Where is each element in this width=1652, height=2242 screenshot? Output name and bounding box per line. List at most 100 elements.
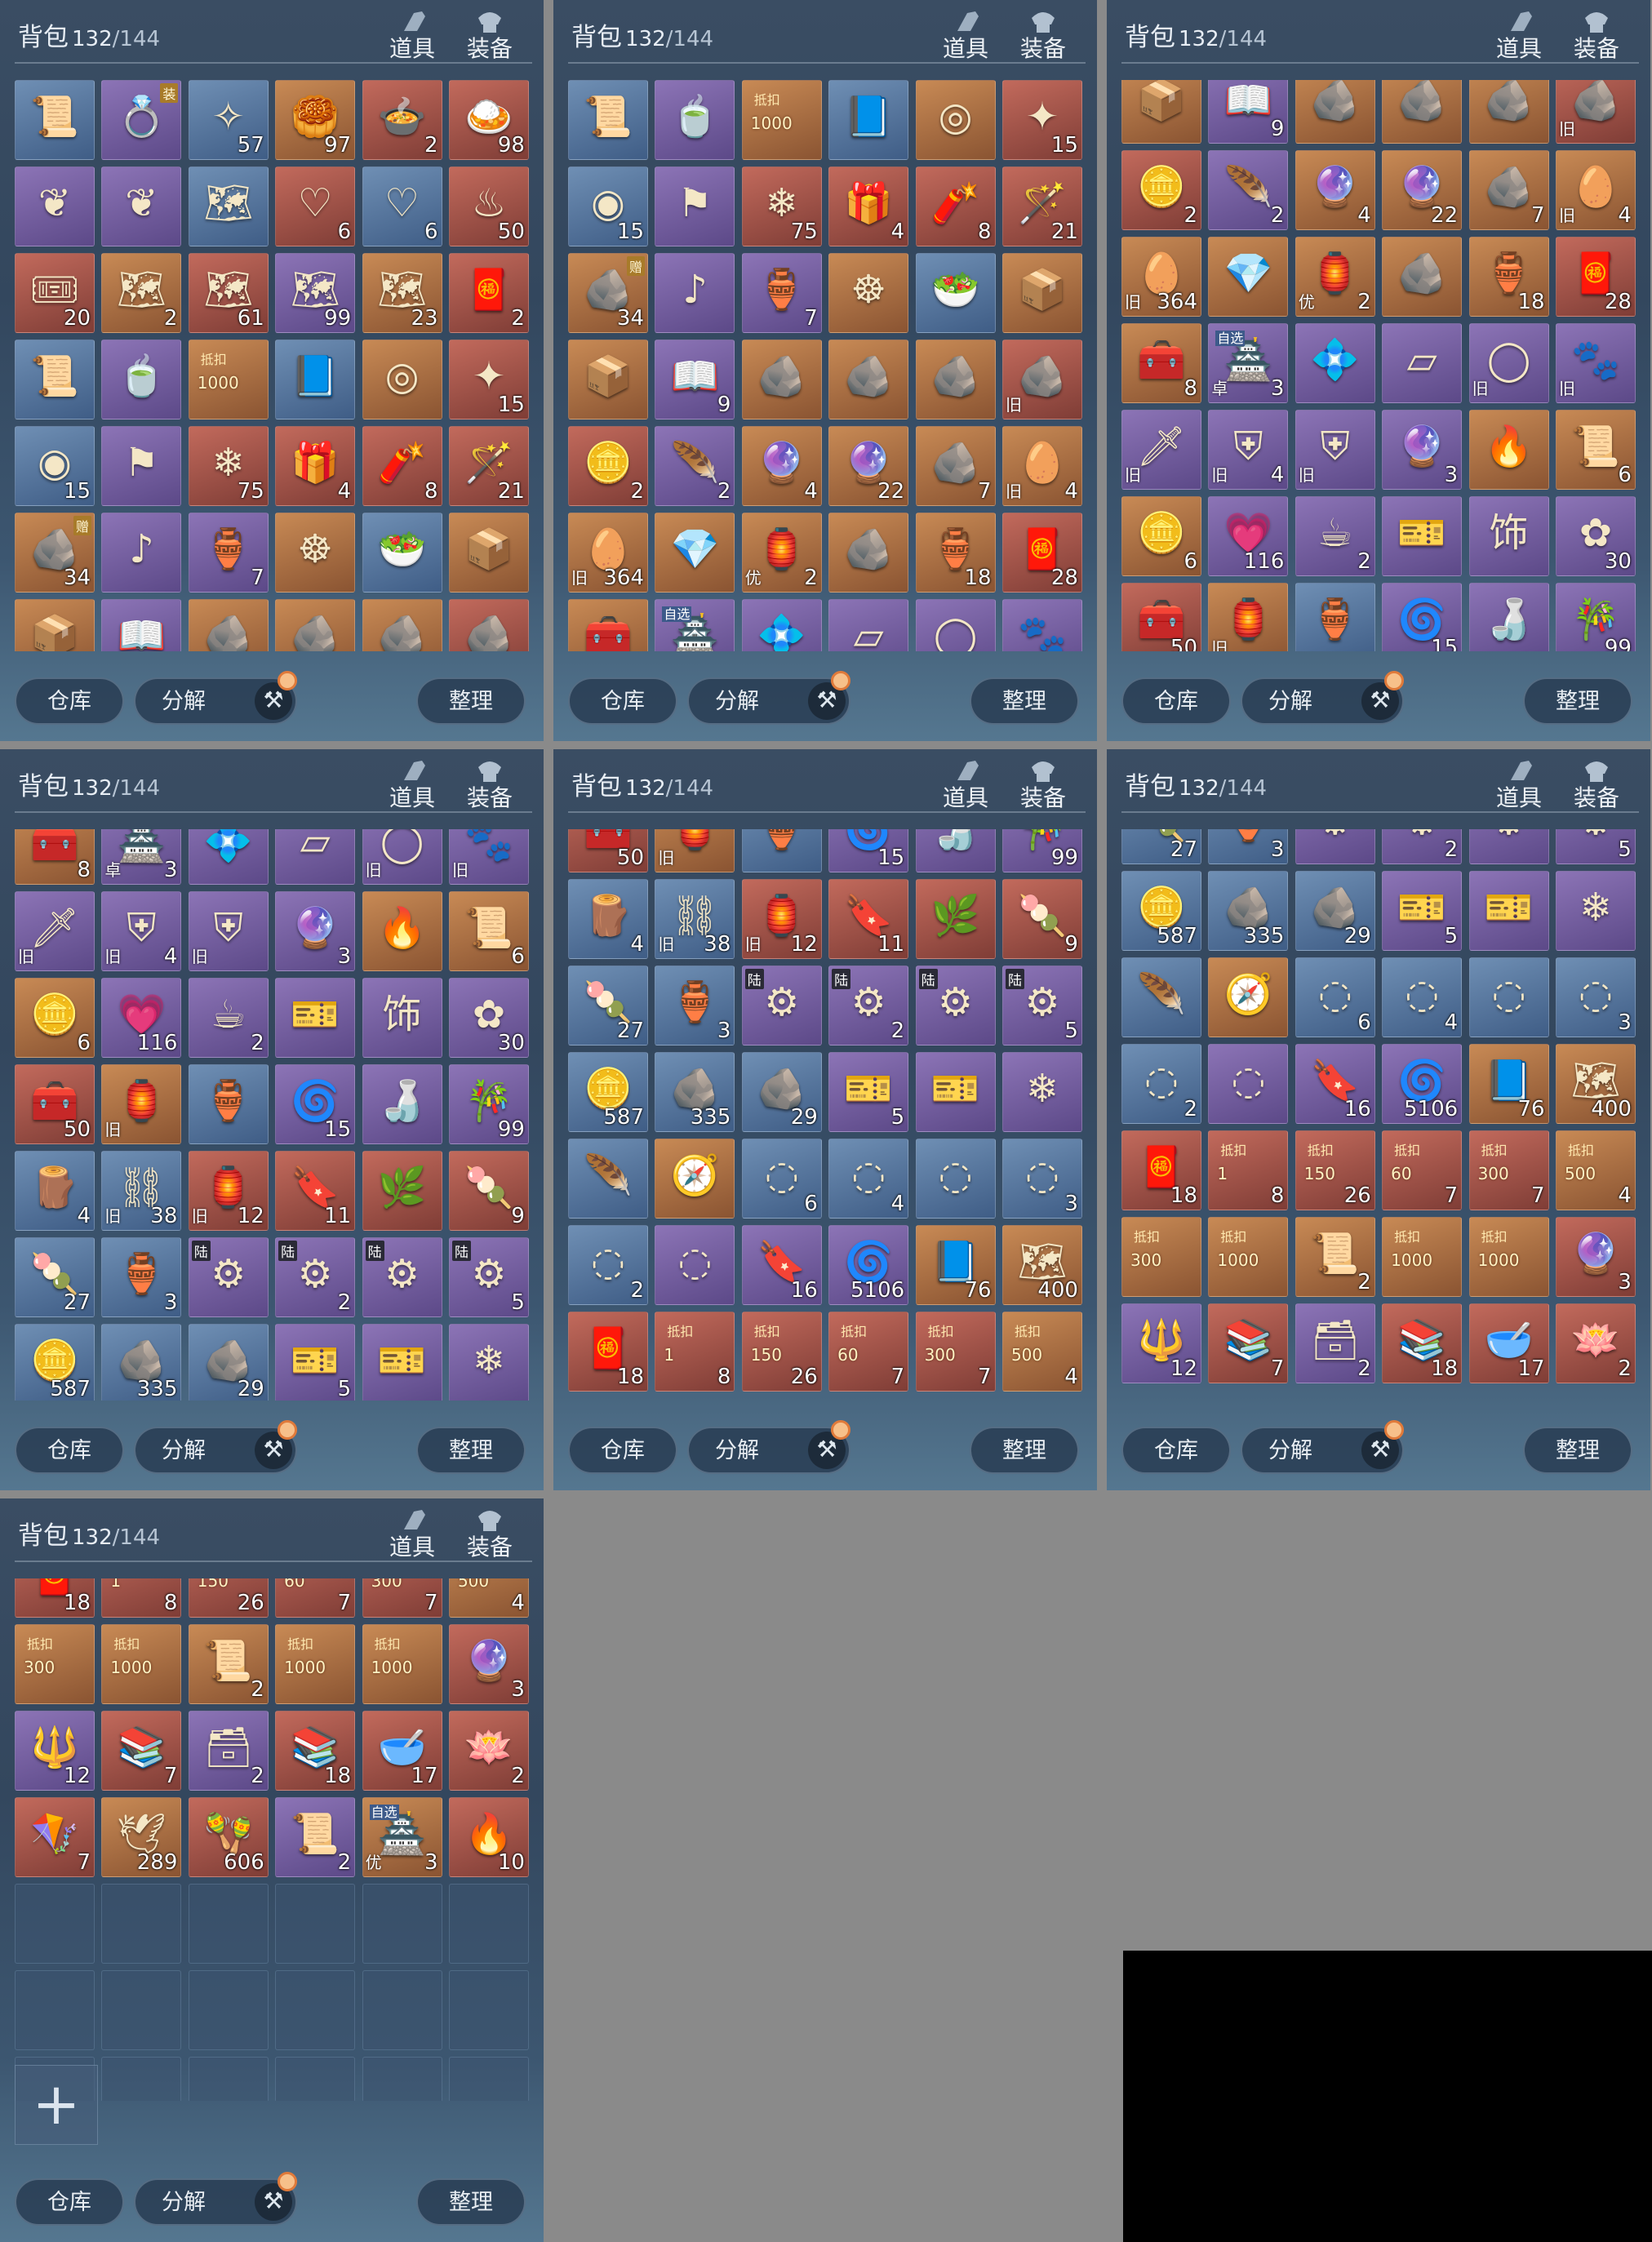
inventory-slot[interactable]: ⚑ [655, 166, 735, 246]
inventory-slot[interactable]: 抵扣607 [1382, 1130, 1463, 1210]
inventory-slot[interactable]: 🧧 2 [448, 253, 529, 333]
inventory-slot[interactable]: 🪶 2 [1208, 150, 1289, 230]
tab-equipment[interactable]: 装备 [461, 756, 518, 811]
inventory-slot[interactable]: ⚙陆 [1468, 829, 1549, 864]
inventory-slot[interactable]: 🌿 [362, 1151, 442, 1231]
inventory-slot[interactable]: 🐾旧 [448, 829, 529, 885]
inventory-slot[interactable]: ☕ 2 [1295, 496, 1375, 576]
inventory-slot[interactable]: 🔖 11 [275, 1151, 356, 1231]
inventory-slot[interactable]: 🏺3 [101, 1237, 182, 1317]
empty-slot[interactable] [448, 2057, 529, 2101]
inventory-slot[interactable]: 📘 76 [1468, 1044, 1549, 1124]
inventory-slot[interactable]: 抵扣 1000 [741, 80, 822, 160]
empty-slot[interactable] [362, 1884, 442, 1964]
inventory-slot[interactable]: ▱ [275, 829, 356, 885]
inventory-slot[interactable]: ◌ 3 [1555, 957, 1636, 1037]
decompose-button[interactable]: 分解 ⚒ [134, 1420, 297, 1474]
inventory-slot[interactable]: ◯旧 [915, 599, 996, 651]
inventory-slot[interactable]: 🧨 8 [915, 166, 996, 246]
inventory-slot[interactable]: 🥚 旧 364 [568, 513, 648, 593]
inventory-slot[interactable]: 抵扣3007 [1468, 1130, 1549, 1210]
inventory-slot[interactable]: 💠 [741, 599, 822, 651]
inventory-slot[interactable]: 🗃 2 [188, 1711, 269, 1791]
inventory-slot[interactable]: ❄ [1555, 871, 1636, 951]
inventory-slot[interactable]: 🪶 2 [655, 426, 735, 506]
inventory-slot[interactable]: 🏯自选卓3 [655, 599, 735, 651]
inventory-slot[interactable]: 🪙 587 [15, 1324, 95, 1401]
inventory-slot[interactable]: 🗺 23 [362, 253, 442, 333]
inventory-slot[interactable]: 🪨 335 [1208, 871, 1289, 951]
inventory-slot[interactable]: 🎫 [1382, 496, 1463, 576]
inventory-slot[interactable]: ◌ 2 [568, 1225, 648, 1305]
inventory-slot[interactable]: ⛨ 旧 4 [101, 891, 182, 971]
inventory-slot[interactable]: 🌀 15 [1382, 583, 1463, 651]
inventory-slot[interactable]: 🧧18 [15, 1578, 95, 1618]
empty-slot[interactable] [101, 1884, 182, 1964]
inventory-slot[interactable]: 🧰 50 [568, 829, 648, 872]
inventory-slot[interactable]: 🪨 赠 34 [15, 513, 95, 593]
inventory-slot[interactable]: 🐾旧 [1001, 599, 1082, 651]
inventory-slot[interactable]: 🎫 [362, 1324, 442, 1401]
inventory-slot[interactable]: ✧ 57 [188, 80, 269, 160]
tab-items[interactable]: 道具 [384, 756, 441, 811]
inventory-slot[interactable]: 🥮 97 [275, 80, 356, 160]
tab-equipment[interactable]: 装备 [1568, 7, 1625, 62]
inventory-slot[interactable]: ⚙陆 [188, 1237, 269, 1317]
inventory-slot[interactable]: 🏮 优 2 [741, 513, 822, 593]
inventory-slot[interactable]: 🪨 29 [1295, 871, 1375, 951]
inventory-slot[interactable]: 🎫 [1468, 871, 1549, 951]
inventory-slot[interactable]: ❦ [101, 166, 182, 246]
inventory-slot[interactable]: 抵扣3007 [362, 1578, 442, 1618]
inventory-slot[interactable]: 🍵 [655, 80, 735, 160]
inventory-slot[interactable]: 💠 [188, 829, 269, 885]
inventory-slot[interactable]: ♡ 6 [275, 166, 356, 246]
inventory-slot[interactable]: 🧧 28 [1555, 237, 1636, 317]
tab-items[interactable]: 道具 [384, 1505, 441, 1561]
inventory-slot[interactable]: 饰 [362, 978, 442, 1058]
empty-slot[interactable] [15, 1970, 95, 2050]
inventory-slot[interactable]: ⚙陆 [1295, 829, 1375, 864]
decompose-button[interactable]: 分解 ⚒ [1241, 671, 1404, 725]
inventory-slot[interactable]: ◉ 15 [15, 426, 95, 506]
inventory-slot[interactable]: 📖9 [1208, 80, 1289, 144]
inventory-slot[interactable]: 🪙 2 [1121, 150, 1201, 230]
inventory-slot[interactable]: ⚙陆 2 [275, 1237, 356, 1317]
inventory-slot[interactable]: 🪷 2 [448, 1711, 529, 1791]
inventory-slot[interactable]: 抵扣18 [101, 1578, 182, 1618]
inventory-slot[interactable]: 🗃 2 [1295, 1303, 1375, 1383]
inventory-slot[interactable]: 🎫 5 [275, 1324, 356, 1401]
inventory-slot[interactable]: 📜 [568, 80, 648, 160]
inventory-slot[interactable]: 📜 [15, 340, 95, 420]
inventory-slot[interactable]: ♪ [655, 253, 735, 333]
inventory-slot[interactable]: 🪵 4 [15, 1151, 95, 1231]
inventory-slot[interactable]: 抵扣607 [828, 1312, 909, 1392]
inventory-slot[interactable]: 🪶 [1121, 957, 1201, 1037]
inventory-slot[interactable]: 💠 [1295, 323, 1375, 403]
tab-items[interactable]: 道具 [1490, 7, 1548, 62]
decompose-button[interactable]: 分解 ⚒ [687, 1420, 850, 1474]
inventory-slot[interactable]: 🔖 16 [1295, 1044, 1375, 1124]
inventory-slot[interactable]: 🗺 99 [275, 253, 356, 333]
inventory-slot[interactable]: 抵扣 300 [1121, 1217, 1201, 1297]
warehouse-button[interactable]: 仓库 [15, 1427, 124, 1474]
inventory-slot[interactable]: 📦 [1121, 80, 1201, 144]
inventory-slot[interactable]: 🪨 [1382, 237, 1463, 317]
inventory-slot[interactable]: 🪁 7 [15, 1797, 95, 1877]
inventory-slot[interactable]: 🏮 旧 [101, 1064, 182, 1144]
inventory-slot[interactable]: 🪨 [188, 599, 269, 651]
inventory-slot[interactable]: 💗 116 [1208, 496, 1289, 576]
inventory-slot[interactable]: 🧧18 [568, 1312, 648, 1392]
inventory-slot[interactable]: 🐾旧 [1555, 323, 1636, 403]
inventory-slot[interactable]: 抵扣607 [275, 1578, 356, 1618]
inventory-slot[interactable]: ☸ [828, 253, 909, 333]
inventory-slot[interactable]: ⛨ 旧 [1295, 410, 1375, 490]
tab-equipment[interactable]: 装备 [1568, 756, 1625, 811]
inventory-slot[interactable]: 🔮 3 [1555, 1217, 1636, 1297]
warehouse-button[interactable]: 仓库 [1121, 1427, 1231, 1474]
inventory-slot[interactable]: ❦ [15, 166, 95, 246]
decompose-button[interactable]: 分解 ⚒ [1241, 1420, 1404, 1474]
inventory-slot[interactable]: 🧰 50 [15, 1064, 95, 1144]
warehouse-button[interactable]: 仓库 [1121, 677, 1231, 725]
inventory-slot[interactable]: ◌ 6 [1295, 957, 1375, 1037]
inventory-slot[interactable]: 🪨旧 [1001, 340, 1082, 420]
